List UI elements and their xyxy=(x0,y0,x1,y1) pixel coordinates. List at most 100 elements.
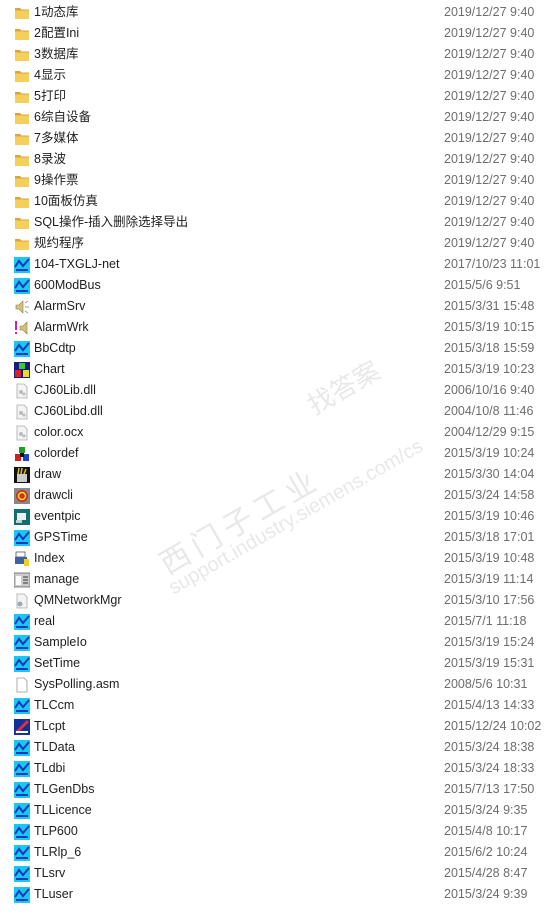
file-item[interactable]: TLsrv 2015/4/28 8:47 xyxy=(0,863,559,884)
file-name: CJ60Lib.dll xyxy=(34,383,96,397)
file-date-modified: 2015/3/19 15:31 xyxy=(444,656,535,670)
file-date-modified: 2015/3/24 9:39 xyxy=(444,887,528,901)
file-date-modified: 2019/12/27 9:40 xyxy=(444,194,535,208)
file-date-modified: 2015/3/31 15:48 xyxy=(444,299,535,313)
file-item[interactable]: TLcpt 2015/12/24 10:02 xyxy=(0,716,559,737)
app-wave-icon xyxy=(14,866,30,882)
file-date-modified: 2015/3/19 10:15 xyxy=(444,320,535,334)
file-name: 规约程序 xyxy=(34,236,85,250)
file-item[interactable]: 600ModBus 2015/5/6 9:51 xyxy=(0,275,559,296)
app-wave-icon xyxy=(14,698,30,714)
file-date-modified: 2015/3/19 15:24 xyxy=(444,635,535,649)
app-wave-icon xyxy=(14,635,30,651)
folder-icon xyxy=(15,50,29,61)
file-date-modified: 2004/10/8 11:46 xyxy=(444,404,534,418)
folder-icon xyxy=(15,113,29,124)
file-date-modified: 2015/12/24 10:02 xyxy=(444,719,542,733)
file-item[interactable]: TLuser 2015/3/24 9:39 xyxy=(0,884,559,905)
folder-item[interactable]: 2配置Ini 2019/12/27 9:40 xyxy=(0,23,559,44)
app-wave-icon xyxy=(14,614,30,630)
file-item[interactable]: BbCdtp 2015/3/18 15:59 xyxy=(0,338,559,359)
file-item[interactable]: manage 2015/3/19 11:14 xyxy=(0,569,559,590)
file-name: drawcli xyxy=(34,488,73,502)
file-item[interactable]: real 2015/7/1 11:18 xyxy=(0,611,559,632)
file-item[interactable]: eventpic 2015/3/19 10:46 xyxy=(0,506,559,527)
file-item[interactable]: draw 2015/3/30 14:04 xyxy=(0,464,559,485)
folder-icon xyxy=(15,71,29,82)
folder-icon xyxy=(15,155,29,166)
folder-item[interactable]: 10面板仿真 2019/12/27 9:40 xyxy=(0,191,559,212)
blank-file-icon xyxy=(16,677,28,693)
folder-item[interactable]: 5打印 2019/12/27 9:40 xyxy=(0,86,559,107)
file-item[interactable]: QMNetworkMgr 2015/3/10 17:56 xyxy=(0,590,559,611)
app-wave-icon xyxy=(14,740,30,756)
file-name: TLdbi xyxy=(34,761,66,775)
file-date-modified: 2015/3/30 14:04 xyxy=(444,467,535,481)
file-item[interactable]: colordef 2015/3/19 10:24 xyxy=(0,443,559,464)
folder-item[interactable]: 9操作票 2019/12/27 9:40 xyxy=(0,170,559,191)
file-item[interactable]: TLCcm 2015/4/13 14:33 xyxy=(0,695,559,716)
file-item[interactable]: CJ60Libd.dll 2004/10/8 11:46 xyxy=(0,401,559,422)
file-name: TLData xyxy=(34,740,75,754)
file-item[interactable]: SetTime 2015/3/19 15:31 xyxy=(0,653,559,674)
file-item[interactable]: TLData 2015/3/24 18:38 xyxy=(0,737,559,758)
file-item[interactable]: TLP600 2015/4/8 10:17 xyxy=(0,821,559,842)
file-item[interactable]: TLGenDbs 2015/7/13 17:50 xyxy=(0,779,559,800)
file-item[interactable]: Chart 2015/3/19 10:23 xyxy=(0,359,559,380)
file-date-modified: 2015/3/19 10:24 xyxy=(444,446,535,460)
folder-item[interactable]: 3数据库 2019/12/27 9:40 xyxy=(0,44,559,65)
folder-item[interactable]: 8录波 2019/12/27 9:40 xyxy=(0,149,559,170)
tlcpt-icon xyxy=(14,719,30,735)
file-item[interactable]: 104-TXGLJ-net 2017/10/23 11:01 xyxy=(0,254,559,275)
file-date-modified: 2019/12/27 9:40 xyxy=(444,68,535,82)
file-date-modified: 2015/7/13 17:50 xyxy=(444,782,535,796)
file-item[interactable]: TLdbi 2015/3/24 18:33 xyxy=(0,758,559,779)
file-item[interactable]: AlarmSrv 2015/3/31 15:48 xyxy=(0,296,559,317)
file-item[interactable]: Index 2015/3/19 10:48 xyxy=(0,548,559,569)
file-date-modified: 2015/4/28 8:47 xyxy=(444,866,528,880)
folder-item[interactable]: SQL操作-插入删除选择导出 2019/12/27 9:40 xyxy=(0,212,559,233)
file-name: SysPolling.asm xyxy=(34,677,120,691)
file-list: 1动态库 2019/12/27 9:40 2配置Ini 2019/12/27 9:40… xyxy=(0,2,559,905)
file-date-modified: 2015/3/10 17:56 xyxy=(444,593,535,607)
file-date-modified: 2006/10/16 9:40 xyxy=(444,383,535,397)
file-item[interactable]: GPSTime 2015/3/18 17:01 xyxy=(0,527,559,548)
file-name: BbCdtp xyxy=(34,341,76,355)
file-name: SampleIo xyxy=(34,635,87,649)
file-date-modified: 2004/12/29 9:15 xyxy=(444,425,535,439)
folder-icon xyxy=(15,8,29,19)
file-name: draw xyxy=(34,467,62,481)
file-name: eventpic xyxy=(34,509,81,523)
file-name: TLuser xyxy=(34,887,73,901)
file-item[interactable]: color.ocx 2004/12/29 9:15 xyxy=(0,422,559,443)
file-date-modified: 2019/12/27 9:40 xyxy=(444,110,535,124)
folder-item[interactable]: 规约程序 2019/12/27 9:40 xyxy=(0,233,559,254)
file-item[interactable]: TLRlp_6 2015/6/2 10:24 xyxy=(0,842,559,863)
file-item[interactable]: CJ60Lib.dll 2006/10/16 9:40 xyxy=(0,380,559,401)
file-date-modified: 2019/12/27 9:40 xyxy=(444,236,535,250)
file-date-modified: 2015/3/18 15:59 xyxy=(444,341,535,355)
file-name: 10面板仿真 xyxy=(34,194,98,208)
file-date-modified: 2015/3/19 10:23 xyxy=(444,362,535,376)
file-name: TLsrv xyxy=(34,866,66,880)
app-wave-icon xyxy=(14,530,30,546)
file-date-modified: 2015/3/24 18:33 xyxy=(444,761,535,775)
file-date-modified: 2015/6/2 10:24 xyxy=(444,845,528,859)
file-name: Chart xyxy=(34,362,65,376)
file-item[interactable]: drawcli 2015/3/24 14:58 xyxy=(0,485,559,506)
file-date-modified: 2008/5/6 10:31 xyxy=(444,677,528,691)
dll-icon xyxy=(16,404,28,420)
app-wave-icon xyxy=(14,845,30,861)
folder-item[interactable]: 1动态库 2019/12/27 9:40 xyxy=(0,2,559,23)
file-item[interactable]: SampleIo 2015/3/19 15:24 xyxy=(0,632,559,653)
gear-file-icon xyxy=(16,593,28,609)
file-name: 9操作票 xyxy=(34,173,79,187)
folder-item[interactable]: 4显示 2019/12/27 9:40 xyxy=(0,65,559,86)
folder-item[interactable]: 6综自设备 2019/12/27 9:40 xyxy=(0,107,559,128)
file-name: colordef xyxy=(34,446,79,460)
file-item[interactable]: AlarmWrk 2015/3/19 10:15 xyxy=(0,317,559,338)
file-date-modified: 2019/12/27 9:40 xyxy=(444,47,535,61)
file-item[interactable]: TLLicence 2015/3/24 9:35 xyxy=(0,800,559,821)
folder-item[interactable]: 7多媒体 2019/12/27 9:40 xyxy=(0,128,559,149)
file-item[interactable]: SysPolling.asm 2008/5/6 10:31 xyxy=(0,674,559,695)
